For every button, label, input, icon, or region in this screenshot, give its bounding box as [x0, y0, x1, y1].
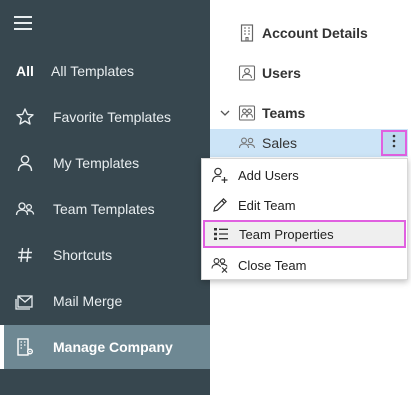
building-settings-icon	[14, 336, 36, 358]
tree-item-label: Account Details	[262, 25, 368, 41]
sidebar-item-all-templates[interactable]: All All Templates	[0, 49, 210, 93]
menu-item-team-properties[interactable]: Team Properties	[203, 220, 406, 248]
person-add-icon	[211, 166, 229, 184]
star-icon	[14, 106, 36, 128]
people-close-icon	[211, 256, 229, 274]
sidebar: All All Templates Favorite Templates My …	[0, 0, 210, 395]
sidebar-item-label: Team Templates	[53, 201, 155, 217]
menu-item-edit-team[interactable]: Edit Team	[202, 191, 407, 219]
menu-item-add-users[interactable]: Add Users	[202, 161, 407, 189]
sidebar-item-favorite-templates[interactable]: Favorite Templates	[0, 95, 210, 139]
sidebar-item-team-templates[interactable]: Team Templates	[0, 187, 210, 231]
tree-item-label: Teams	[262, 105, 306, 121]
menu-item-close-team[interactable]: Close Team	[202, 251, 407, 279]
menu-item-label: Team Properties	[239, 226, 334, 242]
hamburger-menu-icon[interactable]	[14, 16, 32, 30]
menu-item-label: Close Team	[238, 257, 307, 273]
sidebar-item-manage-company[interactable]: Manage Company	[0, 325, 210, 369]
tree-item-label: Sales	[262, 135, 298, 151]
sidebar-item-label: Manage Company	[53, 339, 173, 355]
building-icon	[238, 24, 256, 42]
hash-icon	[14, 244, 36, 266]
sidebar-item-shortcuts[interactable]: Shortcuts	[0, 233, 210, 277]
all-text-icon: All	[16, 63, 34, 79]
chevron-down-icon[interactable]	[219, 104, 231, 122]
tree-item-users[interactable]: Users	[238, 63, 301, 83]
people-icon	[238, 134, 256, 152]
sidebar-item-label: Favorite Templates	[53, 109, 172, 125]
tree-item-teams[interactable]: Teams	[219, 103, 305, 123]
list-icon	[212, 225, 230, 243]
mail-merge-icon	[14, 290, 36, 312]
people-icon	[14, 198, 36, 220]
menu-item-label: Add Users	[238, 167, 299, 183]
sidebar-item-mail-merge[interactable]: Mail Merge	[0, 279, 210, 323]
more-options-button[interactable]	[381, 130, 407, 156]
menu-item-label: Edit Team	[238, 197, 296, 213]
tree-item-label: Users	[262, 65, 301, 81]
tree-item-sales[interactable]: Sales	[238, 133, 297, 153]
sidebar-item-my-templates[interactable]: My Templates	[0, 141, 210, 185]
tree-item-account-details[interactable]: Account Details	[238, 23, 368, 43]
person-icon	[14, 152, 36, 174]
sidebar-item-label: All Templates	[51, 63, 135, 79]
sidebar-item-label: My Templates	[53, 155, 140, 171]
context-menu: Add Users Edit Team Team Properties Clos…	[201, 158, 408, 280]
sidebar-item-label: Mail Merge	[53, 293, 123, 309]
sidebar-item-label: Shortcuts	[53, 247, 113, 263]
vertical-ellipsis-icon	[392, 134, 396, 153]
pencil-icon	[211, 196, 229, 214]
user-card-icon	[238, 64, 256, 82]
team-card-icon	[238, 104, 256, 122]
